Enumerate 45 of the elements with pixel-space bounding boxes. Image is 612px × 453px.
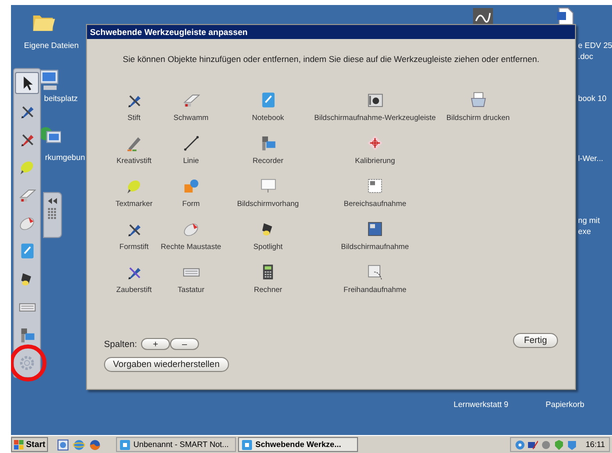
desktop-icon-label[interactable]: beitsplatz	[44, 93, 78, 105]
instruction-text: Sie können Objekte hinzufügen oder entfernen, indem Sie diese auf die Werkzeugleiste ziehen oder entfernen.	[122, 53, 540, 66]
desktop-icon-label[interactable]: e EDV 25	[578, 40, 612, 51]
clock: 16:11	[586, 438, 605, 450]
toolbar-button[interactable]	[15, 72, 39, 94]
desktop-icon-label[interactable]: ng mit	[578, 215, 600, 226]
grip-icon	[48, 208, 57, 220]
remove-column-button[interactable]: –	[170, 338, 200, 350]
done-button[interactable]: Fertig	[512, 333, 558, 348]
screen-capture-icon	[366, 220, 384, 238]
shield-icon[interactable]	[554, 440, 564, 450]
desktop-icon-label[interactable]: Papierkorb	[535, 399, 595, 411]
settings-icon	[18, 354, 36, 372]
desktop-icon-label[interactable]: book 10	[578, 93, 606, 104]
freehand-capture-icon	[366, 262, 384, 281]
badge-icon[interactable]	[566, 440, 577, 450]
area-capture-icon	[366, 176, 384, 195]
add-column-button[interactable]: +	[141, 338, 170, 350]
crosshair-icon	[366, 134, 384, 152]
desktop-icon-label[interactable]: .doc	[578, 51, 612, 62]
globe-icon[interactable]	[73, 438, 86, 450]
reset-defaults-button[interactable]: Vorgaben wiederherstellen	[104, 357, 229, 372]
speaker-icon[interactable]	[540, 440, 551, 450]
shapes-icon	[182, 176, 200, 195]
disc-icon[interactable]	[514, 440, 525, 450]
desktop-icon-label[interactable]: exe	[578, 226, 600, 237]
taskbar-button[interactable]: Unbenannt - SMART Not...	[116, 437, 236, 452]
app-icon	[120, 440, 130, 450]
columns-label: Spalten:	[104, 338, 138, 351]
taskbar-button[interactable]: Schwebende Werkze...	[238, 437, 358, 452]
window-title: Schwebende Werkzeugleiste anpassen	[90, 26, 248, 38]
projection-screen-icon	[259, 176, 277, 195]
printer-icon	[469, 90, 487, 109]
double-chevron-icon	[48, 198, 57, 204]
start-button[interactable]: Start	[11, 437, 48, 452]
toolbar-expander[interactable]	[43, 192, 62, 238]
app-icon	[242, 440, 252, 450]
browser-icon[interactable]	[57, 438, 70, 450]
desktop-icon-label[interactable]: l-Wer...	[578, 153, 604, 164]
desktop-icon-label[interactable]: Lernwerkstatt 9	[451, 399, 511, 411]
desktop-icon-label[interactable]: rkumgebun	[45, 152, 86, 164]
desktop-icon-label[interactable]: Eigene Dateien	[24, 40, 79, 52]
network-icon[interactable]	[528, 440, 538, 450]
windows-logo-icon	[14, 440, 24, 450]
line-icon	[182, 134, 200, 152]
